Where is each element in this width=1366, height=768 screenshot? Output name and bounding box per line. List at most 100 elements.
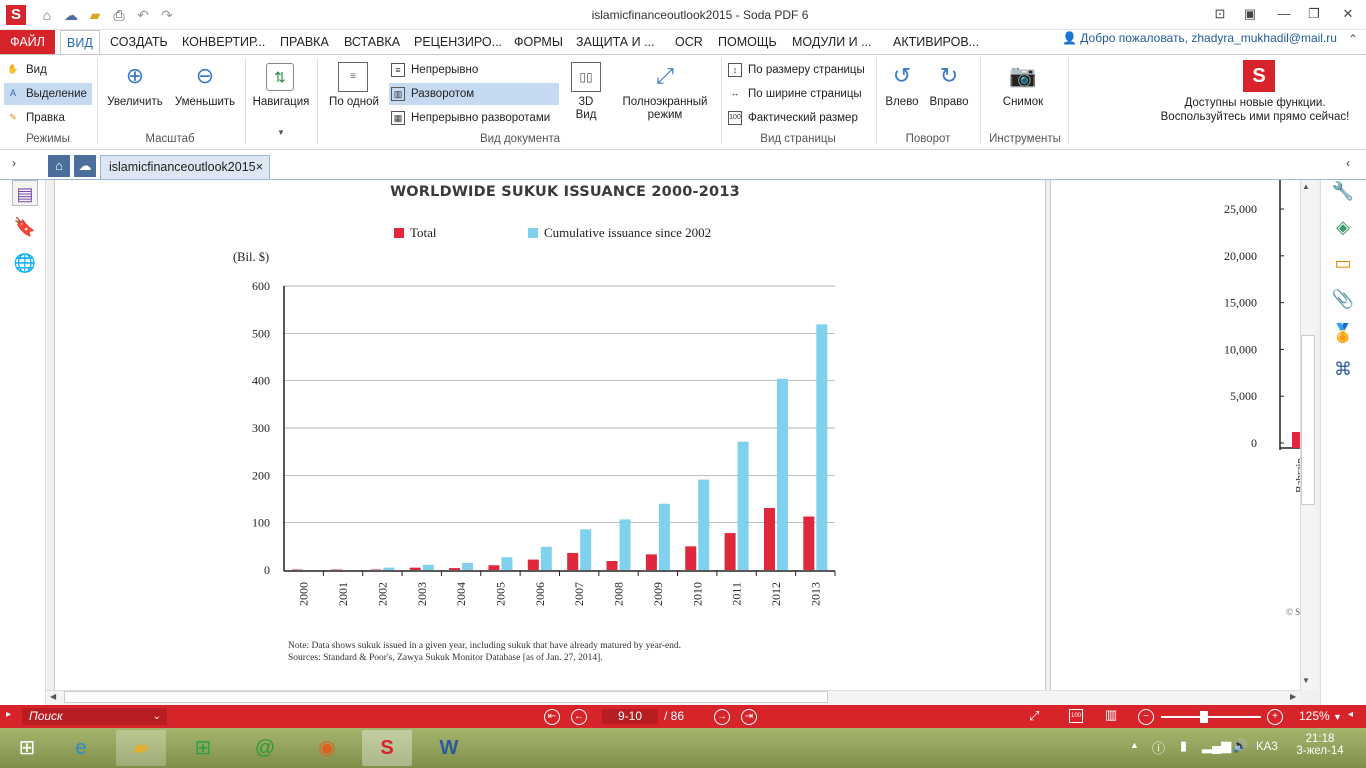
single-page-button[interactable]: По одной bbox=[322, 96, 386, 108]
menu-tab-5[interactable]: ВСТАВКА bbox=[338, 30, 406, 54]
prev-page-icon[interactable]: ← bbox=[571, 709, 587, 725]
zoom-out-status-icon[interactable]: − bbox=[1138, 709, 1154, 725]
battery-icon[interactable]: ▮ bbox=[1180, 738, 1187, 754]
menu-tab-9[interactable]: OCR bbox=[669, 30, 709, 54]
menu-tab-7[interactable]: ФОРМЫ bbox=[508, 30, 569, 54]
first-page-icon[interactable]: ⇤ bbox=[544, 709, 560, 725]
app-logo-icon[interactable]: S bbox=[6, 5, 26, 25]
soda-pdf-taskbar-icon[interactable]: S bbox=[362, 730, 412, 766]
wrench-icon[interactable]: 🔧 bbox=[1330, 178, 1356, 204]
new-features-icon[interactable]: S bbox=[1243, 60, 1275, 92]
last-page-icon[interactable]: ⇥ bbox=[741, 709, 757, 725]
menu-tab-1[interactable]: ВИД bbox=[60, 30, 100, 55]
facing-button[interactable]: ▥ Разворотом bbox=[389, 83, 559, 105]
word-icon[interactable]: W bbox=[424, 730, 474, 766]
zoom-in-status-icon[interactable]: + bbox=[1267, 709, 1283, 725]
volume-icon[interactable]: 🔊 bbox=[1232, 738, 1248, 754]
continuous-button[interactable]: ≡ Непрерывно bbox=[389, 59, 559, 81]
ribbon-collapse-icon[interactable]: ⊡ bbox=[1206, 4, 1234, 24]
menu-tab-6[interactable]: РЕЦЕНЗИРО... bbox=[408, 30, 508, 54]
3d-view-button[interactable]: 3D Вид bbox=[566, 96, 606, 122]
horizontal-scroll-thumb[interactable] bbox=[64, 691, 828, 703]
certificate-icon[interactable]: 🏅 bbox=[1330, 320, 1356, 346]
fit-width-button[interactable]: ↔ По ширине страницы bbox=[726, 83, 871, 105]
cloud-icon[interactable]: ☁ bbox=[62, 7, 80, 23]
internet-explorer-icon[interactable]: e bbox=[56, 730, 106, 766]
scroll-right-icon[interactable]: ▶ bbox=[1290, 692, 1296, 701]
scroll-down-icon[interactable]: ▼ bbox=[1302, 676, 1310, 685]
binoculars-icon[interactable]: ⌘ bbox=[1330, 356, 1356, 382]
store-icon[interactable]: ⊞ bbox=[178, 730, 228, 766]
menu-tab-10[interactable]: ПОМОЩЬ bbox=[712, 30, 783, 54]
home-tab-icon[interactable]: ⌂ bbox=[48, 155, 70, 177]
layers-icon[interactable]: ◈ bbox=[1330, 214, 1356, 240]
print-icon[interactable]: ⎙ bbox=[110, 7, 128, 23]
scroll-left-icon[interactable]: ◀ bbox=[50, 692, 56, 701]
zoom-level[interactable]: 125% ▼ bbox=[1299, 709, 1342, 723]
next-page-icon[interactable]: → bbox=[714, 709, 730, 725]
home-icon[interactable]: ⌂ bbox=[38, 7, 56, 23]
mode-select[interactable]: A Выделение bbox=[4, 83, 92, 105]
snapshot-button[interactable]: Снимок bbox=[990, 96, 1056, 108]
undo-icon[interactable]: ↶ bbox=[134, 7, 152, 23]
restore-button[interactable]: ❐ bbox=[1300, 4, 1328, 24]
continuous-facing-button[interactable]: ▦ Непрерывно разворотами bbox=[389, 107, 559, 129]
menu-tab-8[interactable]: ЗАЩИТА И ... bbox=[570, 30, 661, 54]
windows-start-icon[interactable]: ⊞ bbox=[2, 730, 52, 766]
vertical-scroll-thumb[interactable] bbox=[1301, 335, 1315, 505]
rotate-left-button[interactable]: Влево bbox=[880, 96, 924, 108]
signal-icon[interactable]: ▂▄▆ bbox=[1202, 738, 1231, 754]
language-indicator[interactable]: KA3 bbox=[1256, 741, 1278, 753]
zoom-slider-thumb[interactable] bbox=[1200, 711, 1208, 723]
zoom-out-button[interactable]: Уменьшить bbox=[172, 96, 238, 108]
fit-screen-icon[interactable]: ⤢ bbox=[1029, 708, 1039, 724]
expand-left-panel-icon[interactable]: › bbox=[12, 156, 16, 170]
fit-page-button[interactable]: ↕ По размеру страницы bbox=[726, 59, 871, 81]
comments-icon[interactable]: ▭ bbox=[1330, 250, 1356, 276]
open-folder-icon[interactable]: ▰ bbox=[86, 7, 104, 23]
search-toggle-icon[interactable]: ▸ bbox=[6, 709, 11, 720]
welcome-text[interactable]: 👤 Добро пожаловать, zhadyra_mukhadil@mai… bbox=[1062, 31, 1337, 45]
mode-edit[interactable]: ✎ Правка bbox=[4, 107, 65, 129]
actual-size-button[interactable]: 100 Фактический размер bbox=[726, 107, 871, 129]
menu-tab-4[interactable]: ПРАВКА bbox=[274, 30, 335, 54]
zoom-slider-track[interactable] bbox=[1161, 716, 1261, 718]
rotate-right-button[interactable]: Вправо bbox=[927, 96, 971, 108]
menu-tab-2[interactable]: СОЗДАТЬ bbox=[104, 30, 174, 54]
thumbnails-icon[interactable]: ▤ bbox=[12, 180, 38, 206]
mail-agent-icon[interactable]: @ bbox=[240, 730, 290, 766]
collapse-right-panel-icon[interactable]: ‹ bbox=[1346, 156, 1350, 170]
info-icon[interactable]: ⓘ bbox=[1152, 738, 1165, 757]
actual-size-status-icon[interactable]: 100 bbox=[1069, 709, 1083, 723]
fullscreen-button[interactable]: Полноэкранный режим bbox=[614, 96, 716, 122]
close-button[interactable]: ✕ bbox=[1334, 4, 1362, 24]
menu-tab-3[interactable]: КОНВЕРТИР... bbox=[176, 30, 271, 54]
firefox-icon[interactable]: ◉ bbox=[302, 730, 352, 766]
close-tab-icon[interactable]: × bbox=[256, 156, 263, 178]
menu-tab-0[interactable]: ФАЙЛ bbox=[0, 30, 55, 54]
file-explorer-icon[interactable]: ▰ bbox=[116, 730, 166, 766]
search-dropdown-icon[interactable]: ⌄ bbox=[153, 708, 161, 725]
navigation-button[interactable]: Навигация bbox=[248, 96, 314, 108]
search-input[interactable]: Поиск ⌄ bbox=[22, 708, 167, 725]
redo-icon[interactable]: ↷ bbox=[158, 7, 176, 23]
menu-tab-12[interactable]: АКТИВИРОВ... bbox=[887, 30, 985, 54]
zoom-dropdown-icon[interactable]: ▼ bbox=[1333, 712, 1342, 722]
bookmarks-icon[interactable]: 🔖 bbox=[12, 214, 38, 240]
cloud-tab-icon[interactable]: ☁ bbox=[74, 155, 96, 177]
layout-icon[interactable]: ▣ bbox=[1236, 4, 1264, 24]
tray-arrow-icon[interactable]: ▲ bbox=[1130, 740, 1139, 750]
facing-status-icon[interactable]: ▥ bbox=[1105, 707, 1117, 723]
page-number-input[interactable]: 9-10 bbox=[602, 709, 658, 724]
zoom-in-button[interactable]: Увеличить bbox=[102, 96, 168, 108]
mode-view[interactable]: ✋ Вид bbox=[4, 59, 46, 81]
clock[interactable]: 21:18 3-жел-14 bbox=[1290, 733, 1350, 757]
document-tab[interactable]: islamicfinanceoutlook2015 × bbox=[100, 155, 270, 179]
promo-text[interactable]: Доступны новые функции. Воспользуйтесь им… bbox=[1150, 96, 1360, 124]
collapse-ribbon-icon[interactable]: ⌃ bbox=[1348, 32, 1358, 46]
links-icon[interactable]: 🌐 bbox=[12, 250, 38, 276]
navigation-dropdown-icon[interactable]: ▼ bbox=[277, 128, 285, 137]
minimize-button[interactable]: — bbox=[1270, 4, 1298, 24]
status-right-icon[interactable]: ◂ bbox=[1348, 709, 1353, 720]
attachment-icon[interactable]: 📎 bbox=[1330, 286, 1356, 312]
